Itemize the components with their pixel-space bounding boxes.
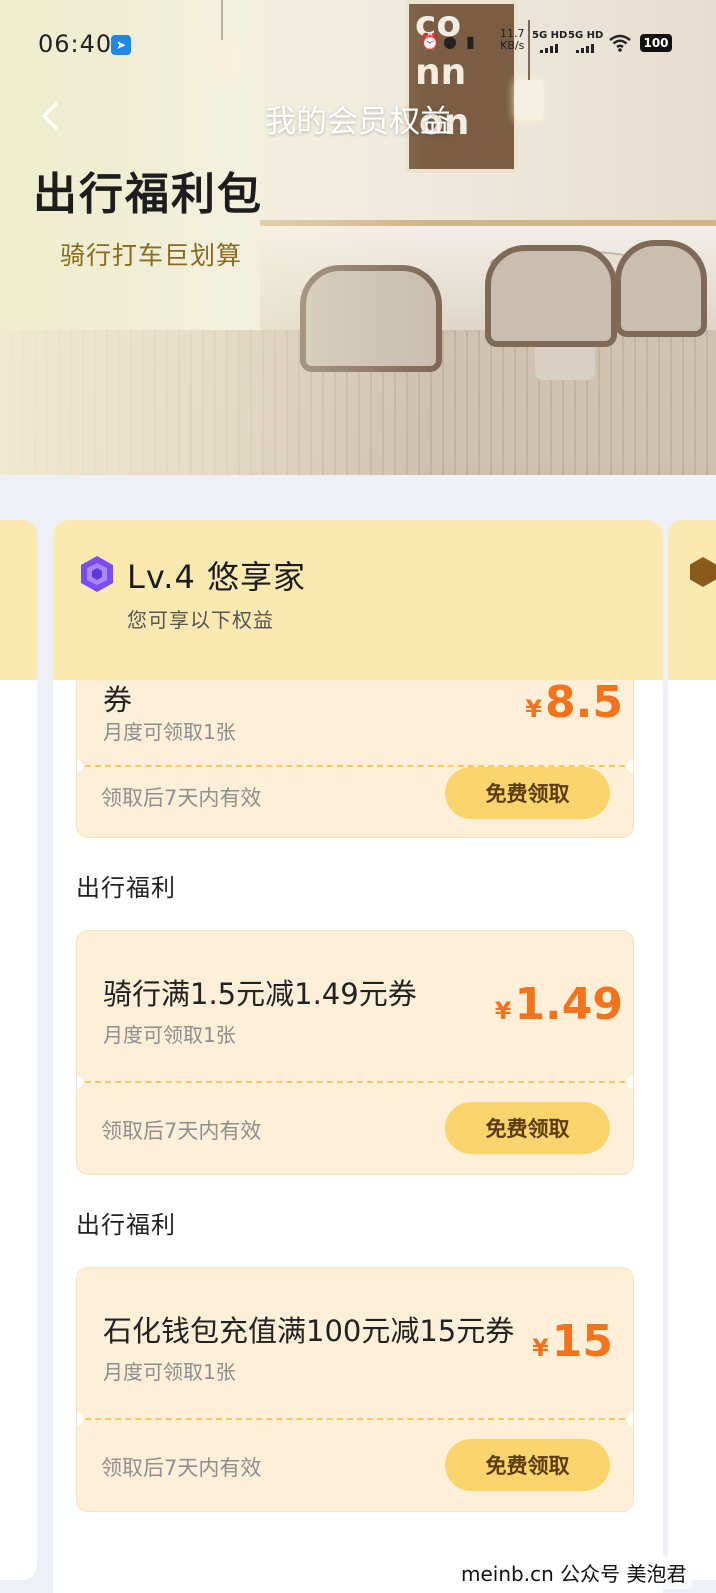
- claim-free-button[interactable]: 免费领取: [445, 767, 610, 819]
- coupon-validity: 领取后7天内有效: [101, 786, 262, 810]
- coupon-limit: 月度可领取1张: [103, 1023, 236, 1047]
- coupon-name: 石化钱包充值满100元减15元券: [103, 1314, 515, 1348]
- coupon-name: 券: [103, 683, 133, 717]
- signal-label-1: 5G HD: [532, 30, 568, 41]
- vibrate-icon: ▮: [466, 32, 475, 51]
- claim-free-button[interactable]: 免费领取: [445, 1102, 610, 1154]
- coupon-validity: 领取后7天内有效: [101, 1119, 262, 1143]
- previous-level-card[interactable]: [0, 520, 37, 1580]
- coupon-limit: 月度可领取1张: [103, 720, 236, 744]
- level-gem-icon: [690, 557, 716, 587]
- next-level-card[interactable]: [668, 520, 716, 1580]
- hero-subtitle: 骑行打车巨划算: [60, 241, 243, 270]
- level-subtitle: 您可享以下权益: [127, 608, 274, 632]
- coupon-card: 石化钱包充值满100元减15元券 月度可领取1张 ¥15 领取后7天内有效 免费…: [76, 1267, 634, 1512]
- navigation-app-icon: ➤: [111, 35, 131, 55]
- hero-title: 出行福利包: [33, 169, 263, 220]
- coupon-price: ¥1.49: [494, 979, 623, 1030]
- coupon-price: ¥15: [532, 1316, 613, 1367]
- claim-free-button[interactable]: 免费领取: [445, 1439, 610, 1491]
- coupon-divider: [85, 1418, 625, 1420]
- wifi-icon: [609, 34, 631, 52]
- network-speed: 11.7 KB/s: [500, 27, 525, 52]
- signal-bars-icon: [540, 44, 558, 53]
- battery-icon: 100: [640, 34, 672, 52]
- signal-bars-icon: [576, 44, 594, 53]
- status-time: 06:40: [38, 30, 113, 58]
- page-title: 我的会员权益: [265, 104, 451, 140]
- alarm-icon: ⏰: [420, 32, 440, 51]
- level-card-header: Lv.4 悠享家 您可享以下权益: [53, 520, 663, 680]
- watermark: meinb.cn 公众号 美泡君: [455, 1556, 693, 1589]
- coupon-validity: 领取后7天内有效: [101, 1456, 262, 1480]
- level-gem-icon: [81, 556, 113, 592]
- status-bar: 06:40 ➤ ⏰ ● ▮ 11.7 KB/s 5G HD 5G HD 100: [0, 22, 716, 66]
- section-label: 出行福利: [76, 874, 176, 902]
- level-card: Lv.4 悠享家 您可享以下权益 券 月度可领取1张 ¥8.5 领取后7天内有效…: [53, 520, 663, 1593]
- coupon-name: 骑行满1.5元减1.49元券: [103, 977, 417, 1011]
- location-icon: ●: [443, 32, 457, 51]
- coupon-divider: [85, 1081, 625, 1083]
- level-title: Lv.4 悠享家: [127, 558, 306, 596]
- coupon-price: ¥8.5: [525, 677, 623, 728]
- coupon-limit: 月度可领取1张: [103, 1360, 236, 1384]
- signal-label-2: 5G HD: [568, 30, 604, 41]
- section-label: 出行福利: [76, 1211, 176, 1239]
- coupon-card: 骑行满1.5元减1.49元券 月度可领取1张 ¥1.49 领取后7天内有效 免费…: [76, 930, 634, 1175]
